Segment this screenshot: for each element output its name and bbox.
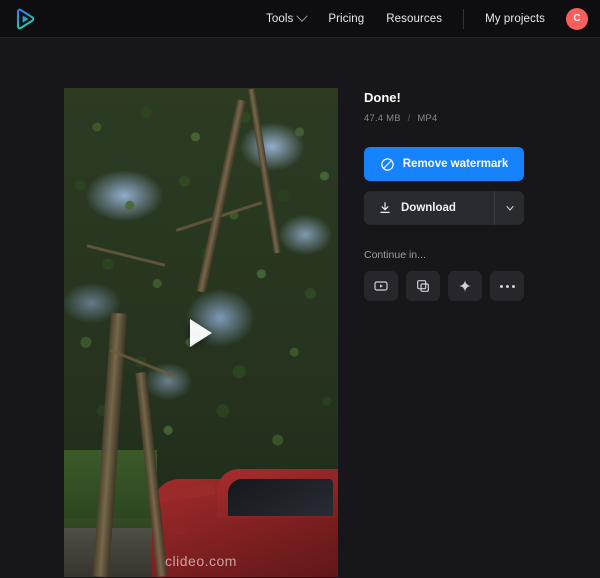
nav-item-pricing-label: Pricing xyxy=(328,12,365,25)
dot xyxy=(511,284,515,288)
clideo-play-logo-icon xyxy=(16,8,35,29)
result-panel: Done! 47.4 MB / MP4 Remove watermark Dow… xyxy=(364,88,526,577)
nav-divider xyxy=(463,8,465,29)
download-options-button[interactable] xyxy=(494,191,524,225)
download-button-group[interactable]: Download xyxy=(364,191,524,225)
remove-watermark-button[interactable]: Remove watermark xyxy=(364,147,524,181)
user-avatar[interactable]: C xyxy=(566,7,588,30)
nav-item-tools-label: Tools xyxy=(266,12,294,25)
file-size: 47.4 MB xyxy=(364,113,401,124)
continue-ai-tools-button[interactable] xyxy=(448,271,482,301)
main-content: clideo.com Done! 47.4 MB / MP4 Remove wa… xyxy=(0,38,600,577)
nav-item-my-projects-label: My projects xyxy=(485,12,545,25)
play-icon[interactable] xyxy=(190,318,212,347)
download-button[interactable]: Download xyxy=(364,191,494,225)
sparkle-icon xyxy=(458,279,472,293)
more-options-icon xyxy=(499,284,515,288)
chevron-down-icon xyxy=(296,10,309,22)
site-header: Tools Pricing Resources My projects C xyxy=(0,0,600,38)
video-frame-car-window xyxy=(228,479,333,516)
no-watermark-icon xyxy=(381,157,394,171)
main-nav: Tools Pricing Resources My projects C xyxy=(255,7,588,31)
file-format: MP4 xyxy=(417,113,438,124)
download-icon xyxy=(380,202,390,213)
dot xyxy=(505,284,509,288)
nav-item-resources[interactable]: Resources xyxy=(375,7,453,31)
dot xyxy=(499,284,503,288)
video-frame-car-mirror xyxy=(165,526,186,536)
video-watermark: clideo.com xyxy=(165,553,237,569)
video-preview[interactable]: clideo.com xyxy=(64,88,338,577)
continue-more-options-button[interactable] xyxy=(490,271,524,301)
meta-separator: / xyxy=(407,113,411,124)
nav-item-pricing[interactable]: Pricing xyxy=(317,7,375,31)
continue-in-label: Continue in... xyxy=(364,249,426,261)
continue-duplicate-button[interactable] xyxy=(406,271,440,301)
duplicate-icon xyxy=(417,280,429,292)
remove-watermark-label: Remove watermark xyxy=(402,158,509,170)
nav-item-resources-label: Resources xyxy=(386,12,443,25)
chevron-down-icon xyxy=(505,205,514,211)
avatar-initial: C xyxy=(573,13,581,24)
page-title: Done! xyxy=(364,90,401,105)
continue-video-editor-button[interactable] xyxy=(364,271,398,301)
nav-item-tools[interactable]: Tools xyxy=(255,7,317,31)
continue-in-actions xyxy=(364,271,526,301)
clideo-logo[interactable] xyxy=(12,6,38,32)
nav-item-my-projects[interactable]: My projects xyxy=(474,7,556,31)
file-meta: 47.4 MB / MP4 xyxy=(364,113,526,124)
video-player-icon xyxy=(374,281,388,291)
download-label: Download xyxy=(401,202,456,214)
